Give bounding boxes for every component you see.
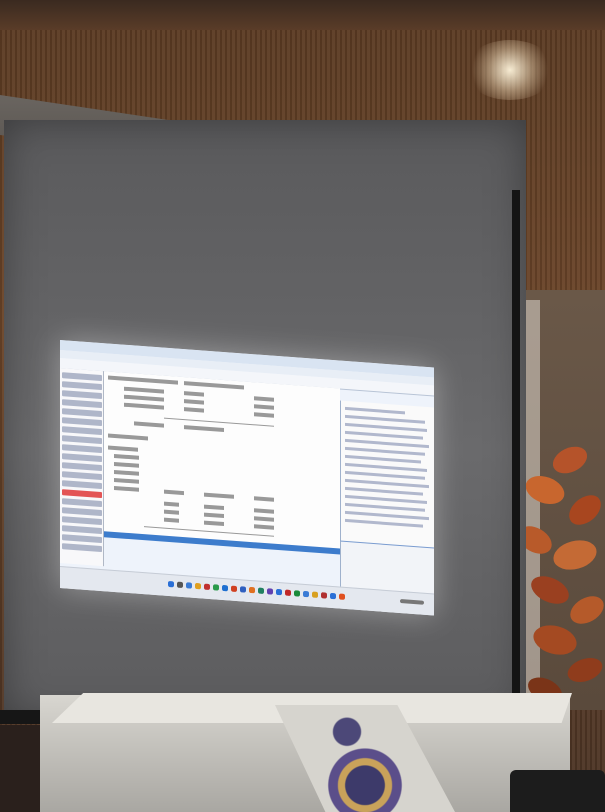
output-line bbox=[254, 496, 274, 502]
taskbar-app-icon bbox=[312, 591, 318, 598]
output-line bbox=[204, 520, 224, 527]
output-line bbox=[124, 394, 164, 402]
list-item bbox=[62, 444, 102, 454]
output-line bbox=[254, 396, 274, 402]
taskbar-app-icon bbox=[321, 592, 327, 599]
output-line bbox=[184, 425, 224, 433]
output-line bbox=[134, 421, 164, 428]
history-item bbox=[345, 430, 423, 440]
output-line bbox=[114, 477, 139, 484]
list-item bbox=[62, 453, 102, 463]
history-item bbox=[345, 486, 423, 496]
output-line bbox=[164, 509, 179, 515]
search-icon bbox=[177, 581, 183, 589]
review-history-pane bbox=[340, 400, 434, 548]
system-tray-clock bbox=[400, 598, 424, 605]
results-output-pane bbox=[104, 371, 340, 549]
decorative-plant bbox=[518, 446, 604, 703]
output-line bbox=[204, 504, 224, 511]
taskbar-app-icon bbox=[276, 588, 282, 596]
output-line bbox=[124, 386, 164, 394]
history-item bbox=[345, 510, 429, 521]
taskbar-app-icon bbox=[339, 593, 345, 600]
table-divider bbox=[164, 417, 274, 427]
output-line bbox=[108, 445, 138, 452]
list-item bbox=[62, 498, 102, 508]
list-item bbox=[62, 390, 102, 400]
output-line bbox=[184, 381, 244, 390]
list-item bbox=[62, 408, 102, 418]
list-item bbox=[62, 399, 102, 409]
history-item bbox=[345, 446, 425, 456]
output-line bbox=[184, 399, 204, 405]
history-item bbox=[345, 454, 421, 464]
output-line bbox=[204, 512, 224, 519]
output-line bbox=[108, 375, 178, 385]
output-line bbox=[204, 492, 234, 499]
list-item bbox=[62, 471, 102, 481]
list-item bbox=[62, 435, 102, 445]
history-item bbox=[345, 494, 427, 504]
projected-desktop bbox=[60, 340, 434, 616]
list-item bbox=[62, 417, 102, 427]
ceiling-light bbox=[465, 40, 555, 100]
history-item bbox=[345, 478, 429, 489]
list-item bbox=[62, 462, 102, 472]
taskbar-app-icon bbox=[267, 588, 273, 595]
history-item bbox=[345, 422, 427, 432]
output-line bbox=[164, 501, 179, 507]
list-item bbox=[62, 507, 102, 517]
output-line bbox=[254, 516, 274, 522]
taskbar-app-icon bbox=[285, 589, 291, 596]
list-item bbox=[62, 525, 102, 535]
output-line bbox=[114, 469, 139, 476]
taskbar-app-icon bbox=[249, 586, 255, 594]
taskbar-app-icon bbox=[240, 586, 246, 593]
history-item bbox=[345, 518, 423, 528]
output-line bbox=[184, 391, 204, 397]
taskbar-app-icon bbox=[222, 584, 228, 592]
output-line bbox=[254, 524, 274, 530]
taskbar-app-icon bbox=[186, 582, 192, 589]
list-item bbox=[62, 534, 102, 544]
taskbar-app-icon bbox=[294, 590, 300, 597]
taskbar-app-icon bbox=[330, 592, 336, 600]
taskbar-app-icon bbox=[303, 590, 309, 598]
output-line bbox=[124, 402, 164, 410]
list-item bbox=[62, 480, 102, 490]
output-line bbox=[114, 453, 139, 460]
history-item bbox=[345, 438, 429, 449]
list-item bbox=[62, 516, 102, 526]
output-line bbox=[114, 485, 139, 492]
start-icon bbox=[168, 580, 174, 588]
properties-pane bbox=[340, 540, 434, 594]
history-item bbox=[345, 502, 425, 512]
output-line bbox=[164, 517, 179, 523]
taskbar-app-icon bbox=[258, 587, 264, 594]
taskbar-app-icon bbox=[231, 585, 237, 592]
list-item bbox=[62, 426, 102, 436]
variable-list-panel bbox=[60, 368, 104, 567]
output-line bbox=[254, 404, 274, 410]
history-item bbox=[345, 470, 425, 480]
history-item bbox=[345, 414, 425, 424]
output-line bbox=[184, 407, 204, 413]
list-item bbox=[62, 372, 102, 382]
history-item bbox=[345, 462, 427, 472]
list-item bbox=[62, 381, 102, 391]
history-item bbox=[345, 406, 405, 415]
output-line bbox=[114, 461, 139, 468]
taskbar-app-icon bbox=[195, 582, 201, 590]
ceiling bbox=[0, 0, 605, 30]
output-line bbox=[108, 433, 148, 441]
taskbar-app-icon bbox=[213, 584, 219, 591]
screen-border bbox=[512, 190, 520, 720]
output-line bbox=[254, 508, 274, 514]
output-line bbox=[254, 412, 274, 418]
taskbar-app-icon bbox=[204, 583, 210, 591]
cables-device bbox=[510, 770, 605, 812]
output-line bbox=[164, 489, 184, 496]
list-item-selected bbox=[62, 489, 102, 499]
list-item bbox=[62, 543, 102, 553]
